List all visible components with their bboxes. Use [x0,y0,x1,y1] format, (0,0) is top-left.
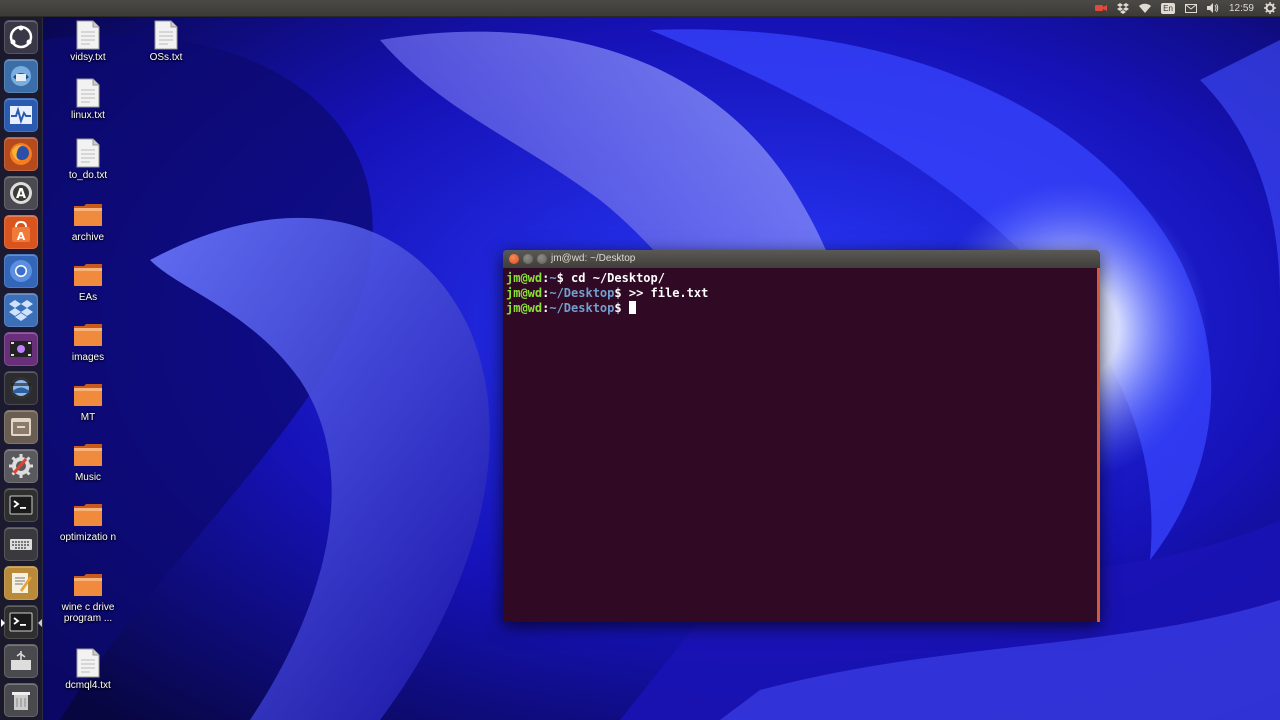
prompt-dollar: $ [556,271,572,285]
ubuntu-software-center-icon[interactable]: A [4,215,38,249]
prompt-user: jm@wd [506,301,543,315]
desktop-icon-label: wine c drive program ... [61,602,115,624]
system-settings-icon[interactable] [4,449,38,483]
desktop-icon-label: MT [80,412,96,423]
prompt-dollar: $ [614,301,629,315]
dropbox-icon[interactable] [1117,2,1130,14]
terminal-titlebar[interactable]: jm@wd: ~/Desktop [503,250,1100,268]
desktop-folder-music[interactable]: Music [53,440,123,483]
volume-icon[interactable] [1206,2,1219,14]
clock[interactable]: 12:59 [1229,3,1254,14]
text-cursor [628,301,636,314]
prompt-path: ~/Desktop [549,286,615,300]
prompt-path: ~ [549,271,557,285]
desktop-folder-archive[interactable]: archive [53,200,123,243]
folder-icon [73,500,103,530]
dropbox-icon[interactable] [4,293,38,327]
desktop-folder-optimization[interactable]: optimizatio n [53,500,123,543]
folder-icon [73,380,103,410]
terminal-output[interactable]: jm@wd:~$ cd ~/Desktop/ jm@wd:~/Desktop$ … [503,268,1100,622]
text-file-icon [73,648,103,678]
system-monitor-icon[interactable] [4,98,38,132]
desktop-icon-label: dcmql4.txt [65,680,111,691]
folder-icon [73,260,103,290]
desktop-file-to-do[interactable]: to_do.txt [53,138,123,181]
focused-indicator [38,619,42,627]
prompt-dollar: $ [614,286,629,300]
text-file-icon [73,78,103,108]
text-file-icon [73,20,103,50]
software-updater-icon[interactable]: A [4,176,38,210]
window-title: jm@wd: ~/Desktop [551,253,636,264]
video-editor-icon[interactable] [4,332,38,366]
desktop-folder-eas[interactable]: EAs [53,260,123,303]
text-file-icon [151,20,181,50]
svg-text:A: A [17,230,26,243]
trash-icon[interactable] [4,683,38,717]
prompt-path: ~/Desktop [549,301,615,315]
desktop-icon-label: archive [71,232,105,243]
desktop-icon-label: linux.txt [71,110,105,121]
terminal-line: jm@wd:~/Desktop$ [506,301,1094,316]
command-text: >> file.txt [628,286,709,300]
ubuntu-dash-icon[interactable] [4,20,38,54]
wifi-icon[interactable] [1139,2,1152,14]
desktop-icon-label: EAs [78,292,98,303]
desktop-folder-mt[interactable]: MT [53,380,123,423]
desktop-icon-label: vidsy.txt [70,52,106,63]
folder-icon [73,570,103,600]
desktop-file-oss[interactable]: OSs.txt [131,20,201,63]
keyboard-layout-indicator[interactable]: En [1161,2,1175,14]
desktop-icon-label: to_do.txt [68,170,108,181]
desktop-icon-label: images [71,352,105,363]
thunderbird-icon[interactable] [4,59,38,93]
camera-icon[interactable] [1095,2,1108,14]
desktop-icon-label: optimizatio n [59,532,117,543]
terminal-active-icon[interactable] [1,605,42,639]
terminal-line: jm@wd:~$ cd ~/Desktop/ [506,271,1094,286]
desktop-icon-label: Music [74,472,102,483]
folder-icon [73,440,103,470]
folder-icon [73,320,103,350]
folder-icon [73,200,103,230]
desktop-icon-label: OSs.txt [149,52,183,63]
terminal-window[interactable]: jm@wd: ~/Desktop jm@wd:~$ cd ~/Desktop/ … [503,250,1100,622]
desktop-file-vidsy[interactable]: vidsy.txt [53,20,123,63]
mail-icon[interactable] [1184,2,1197,14]
prompt-user: jm@wd [506,271,543,285]
prompt-user: jm@wd [506,286,543,300]
terminal-line: jm@wd:~/Desktop$ >> file.txt [506,286,1094,301]
terminal-icon[interactable] [4,488,38,522]
photo-viewer-icon[interactable] [4,371,38,405]
desktop-folder-images[interactable]: images [53,320,123,363]
desktop-file-dcmql4[interactable]: dcmql4.txt [53,648,123,691]
desktop-folder-wine-c-drive[interactable]: wine c drive program ... [53,570,123,624]
keyboard-icon[interactable] [4,527,38,561]
chromium-icon[interactable] [4,254,38,288]
files-icon[interactable] [4,410,38,444]
top-panel: En 12:59 [0,0,1280,17]
system-tray: En 12:59 [1095,0,1276,16]
firefox-icon[interactable] [4,137,38,171]
svg-text:A: A [16,187,26,202]
gear-icon[interactable] [1264,2,1276,14]
usb-drive-icon[interactable] [4,644,38,678]
text-editor-icon[interactable] [4,566,38,600]
running-indicator [1,619,5,627]
launcher: A A [0,16,43,720]
command-text: cd ~/Desktop/ [571,271,665,285]
desktop-file-linux[interactable]: linux.txt [53,78,123,121]
text-file-icon [73,138,103,168]
